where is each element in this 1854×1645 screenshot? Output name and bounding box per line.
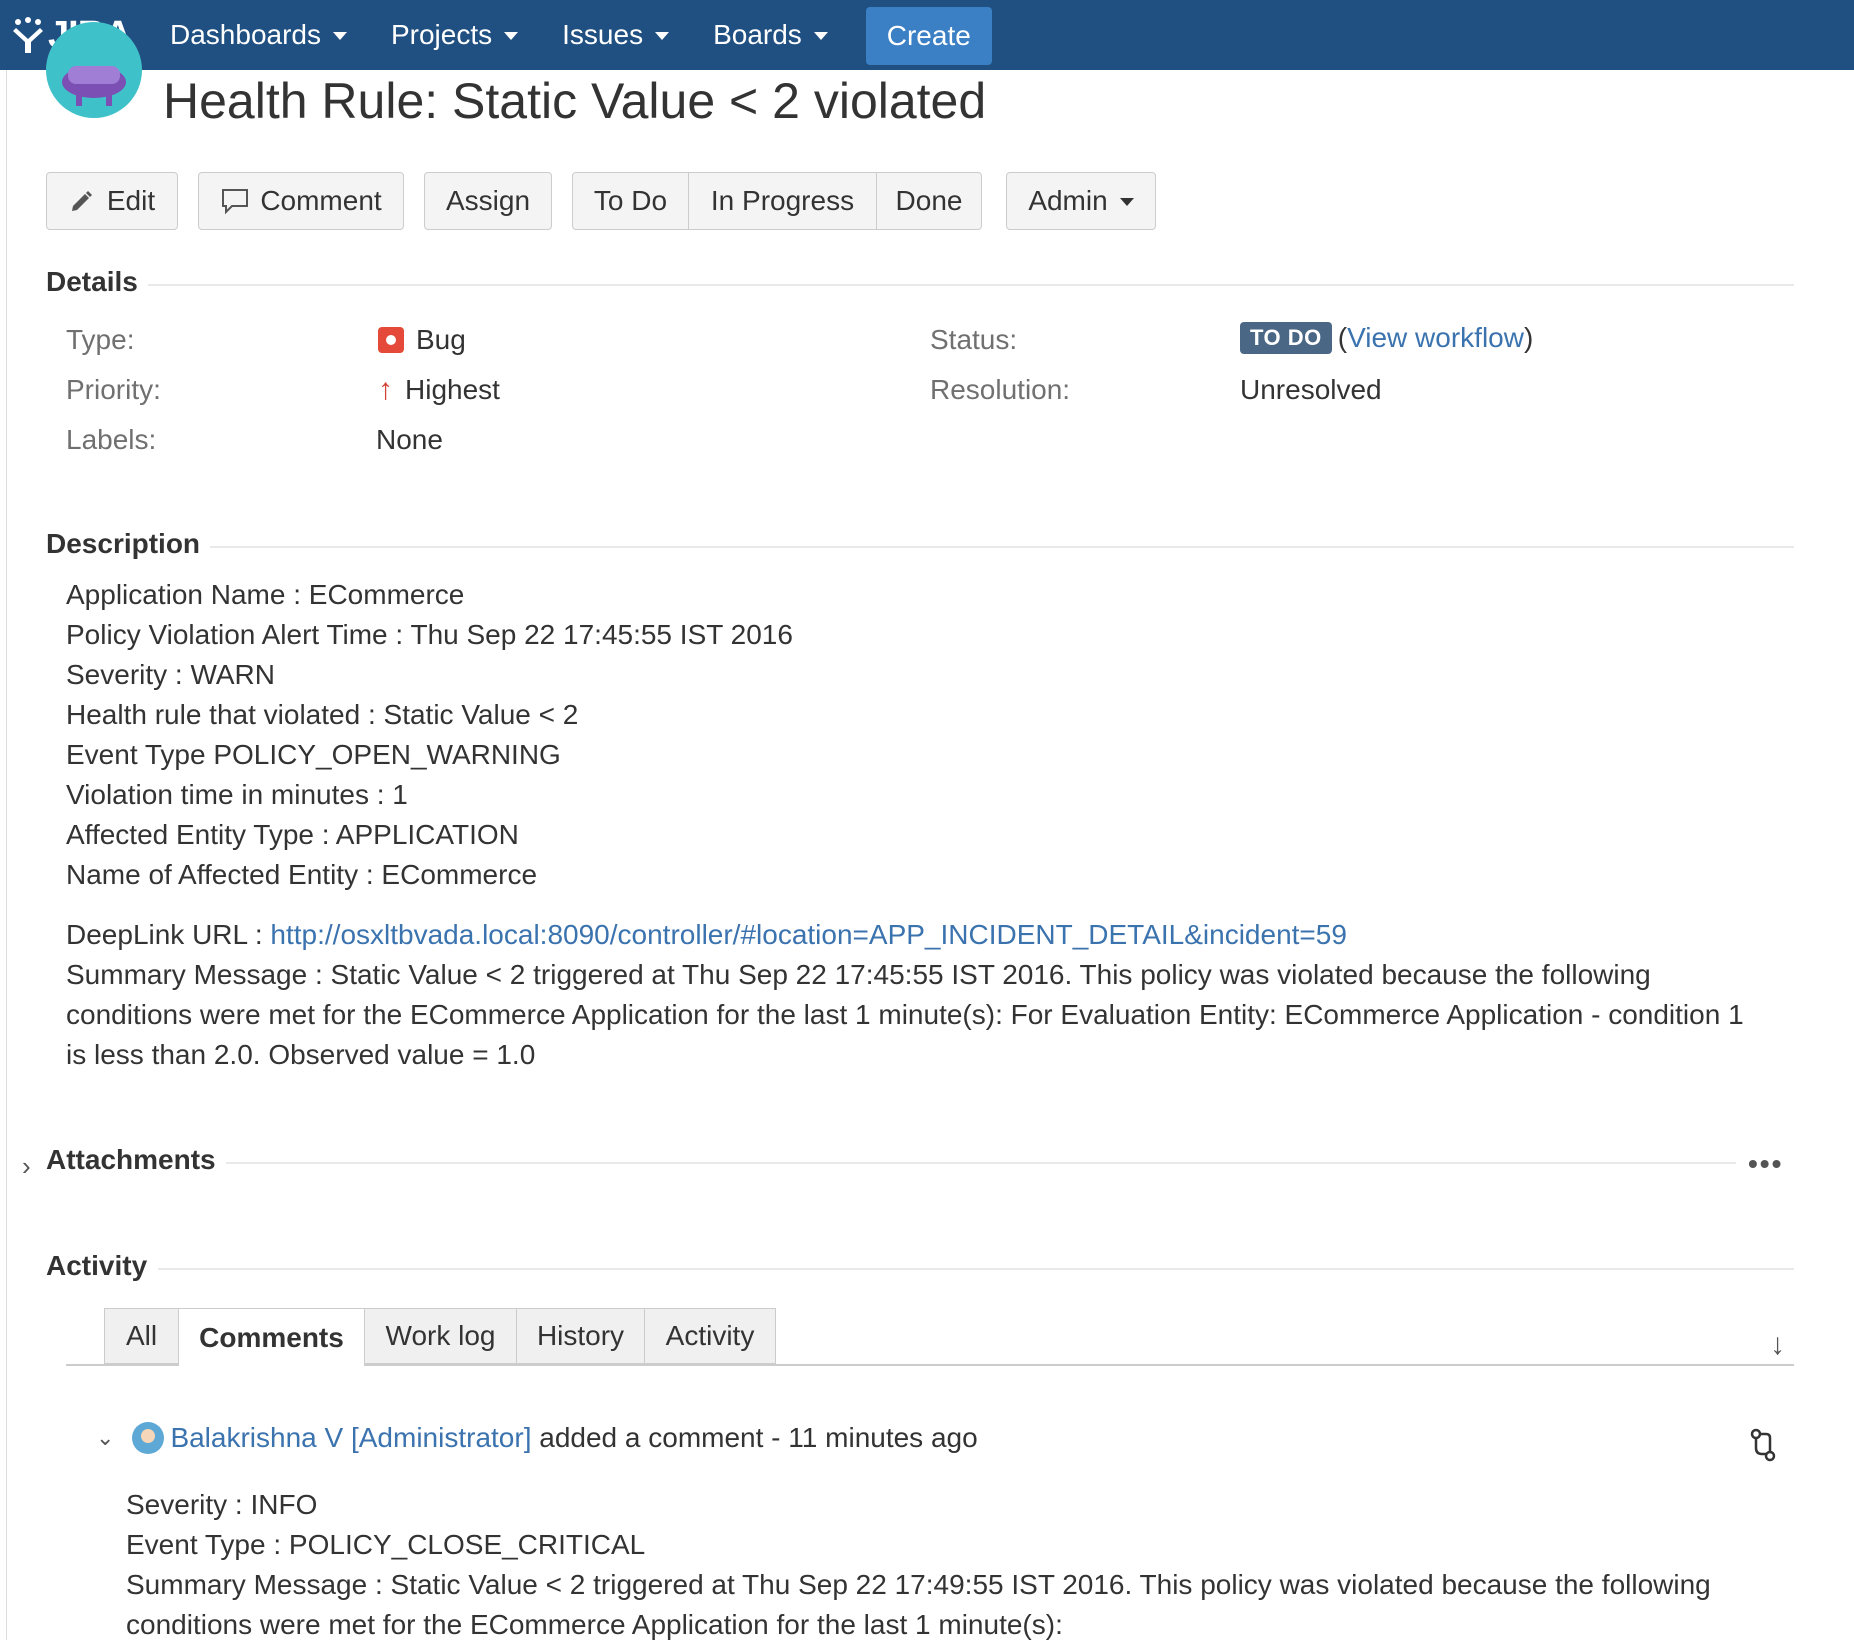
details-heading[interactable]: Details	[46, 266, 138, 298]
description-heading[interactable]: Description	[46, 528, 200, 560]
tab-all[interactable]: All	[104, 1308, 178, 1364]
description-divider	[210, 546, 1794, 548]
admin-button-label: Admin	[1028, 185, 1108, 216]
summary-message: Summary Message : Static Value < 2 trigg…	[66, 959, 1744, 1070]
tab-history[interactable]: History	[516, 1308, 644, 1364]
arrow-up-icon: ↑	[378, 373, 393, 406]
project-avatar[interactable]	[46, 20, 142, 122]
tab-activity[interactable]: Activity	[644, 1308, 776, 1364]
type-value: Bug	[378, 324, 466, 356]
deeplink-row: DeepLink URL : http://osxltbvada.local:8…	[66, 915, 1347, 955]
description-line: Violation time in minutes : 1	[66, 779, 408, 810]
status-paren-close: )	[1523, 322, 1534, 353]
description-line: Severity : WARN	[66, 659, 275, 690]
status-value: TO DO ( View workflow )	[1240, 322, 1533, 354]
description-line: Health rule that violated : Static Value…	[66, 699, 579, 730]
priority-value: ↑ Highest	[378, 374, 500, 406]
jira-logo-icon	[13, 17, 43, 53]
workflow-button-group: To Do In Progress Done	[572, 172, 982, 230]
permalink-icon[interactable]	[1748, 1428, 1778, 1462]
user-avatar[interactable]	[132, 1422, 165, 1454]
project-avatar-icon	[46, 22, 142, 118]
activity-heading[interactable]: Activity	[46, 1250, 147, 1282]
status-paren-open: (	[1337, 322, 1348, 353]
chevron-down-icon	[332, 32, 347, 40]
description-line: Application Name : ECommerce	[66, 579, 465, 610]
comment-line: Severity : INFO	[126, 1489, 318, 1520]
attachments-heading[interactable]: Attachments	[46, 1144, 216, 1176]
comment-author-link[interactable]: Balakrishna V [Administrator]	[170, 1422, 531, 1454]
type-value-text: Bug	[416, 324, 466, 355]
edit-button[interactable]: Edit	[46, 172, 178, 230]
todo-transition-button[interactable]: To Do	[573, 173, 689, 229]
nav-dashboards-label: Dashboards	[170, 19, 321, 50]
nav-issues-label: Issues	[562, 19, 644, 50]
priority-value-text: Highest	[405, 374, 500, 405]
edit-button-label: Edit	[106, 185, 156, 216]
done-transition-button[interactable]: Done	[877, 173, 981, 229]
chevron-down-icon	[1119, 198, 1134, 206]
tab-work-log[interactable]: Work log	[364, 1308, 516, 1364]
view-workflow-link[interactable]: View workflow	[1347, 322, 1524, 354]
top-navigation-bar: JIRA Dashboards Projects Issues Boards C…	[0, 0, 1854, 70]
pencil-icon	[71, 191, 92, 211]
bug-icon	[378, 327, 404, 353]
description-line: Event Type POLICY_OPEN_WARNING	[66, 739, 561, 770]
nav-issues[interactable]: Issues	[562, 19, 670, 51]
comment-action-text: added a comment -	[531, 1422, 789, 1453]
create-button[interactable]: Create	[865, 7, 992, 65]
comment-button-label: Comment	[260, 185, 382, 216]
nav-boards[interactable]: Boards	[713, 19, 828, 51]
nav-boards-label: Boards	[713, 19, 802, 50]
comment-line: Event Type : POLICY_CLOSE_CRITICAL	[126, 1529, 646, 1560]
type-label: Type:	[66, 324, 135, 355]
comment-time[interactable]: 11 minutes ago	[788, 1422, 977, 1454]
description-line: Policy Violation Alert Time : Thu Sep 22…	[66, 619, 793, 650]
resolution-value: Unresolved	[1240, 374, 1382, 405]
chevron-down-icon	[813, 32, 828, 40]
chevron-down-icon[interactable]: ⌄	[96, 1425, 114, 1451]
activity-tabs: All Comments Work log History Activity	[104, 1308, 776, 1366]
admin-button[interactable]: Admin	[1006, 172, 1156, 230]
tab-comments[interactable]: Comments	[178, 1308, 364, 1366]
comment-header: ⌄ Balakrishna V [Administrator] added a …	[96, 1422, 978, 1454]
chevron-right-icon[interactable]: ›	[22, 1151, 31, 1182]
chevron-down-icon	[504, 32, 519, 40]
nav-projects-label: Projects	[390, 19, 493, 50]
issue-title[interactable]: Health Rule: Static Value < 2 violated	[163, 72, 986, 130]
description-line: Name of Affected Entity : ECommerce	[66, 859, 538, 890]
description-line: Affected Entity Type : APPLICATION	[66, 819, 519, 850]
comment-icon	[222, 189, 249, 215]
comment-button[interactable]: Comment	[198, 172, 404, 230]
comment-body: Severity : INFO Event Type : POLICY_CLOS…	[126, 1485, 645, 1565]
sort-order-arrow-icon[interactable]: ↓	[1770, 1328, 1785, 1362]
labels-value[interactable]: None	[376, 424, 443, 456]
comment-summary: Summary Message : Static Value < 2 trigg…	[126, 1569, 1711, 1640]
priority-label: Priority:	[66, 374, 161, 405]
labels-label: Labels:	[66, 424, 157, 455]
deeplink-url-link[interactable]: http://osxltbvada.local:8090/controller/…	[270, 919, 1347, 950]
details-divider	[148, 284, 1794, 286]
attachments-divider	[226, 1162, 1736, 1164]
chevron-down-icon	[655, 32, 670, 40]
status-badge: TO DO	[1240, 322, 1332, 354]
content-left-border	[6, 70, 7, 1640]
assign-button[interactable]: Assign	[424, 172, 552, 230]
more-options-icon[interactable]: •••	[1748, 1148, 1783, 1180]
resolution-label: Resolution:	[930, 374, 1071, 405]
status-label: Status:	[930, 324, 1018, 355]
activity-divider	[158, 1268, 1794, 1270]
nav-projects[interactable]: Projects	[390, 19, 519, 51]
deeplink-label: DeepLink URL :	[66, 919, 271, 950]
in-progress-transition-button[interactable]: In Progress	[689, 173, 877, 229]
nav-dashboards[interactable]: Dashboards	[170, 19, 347, 51]
